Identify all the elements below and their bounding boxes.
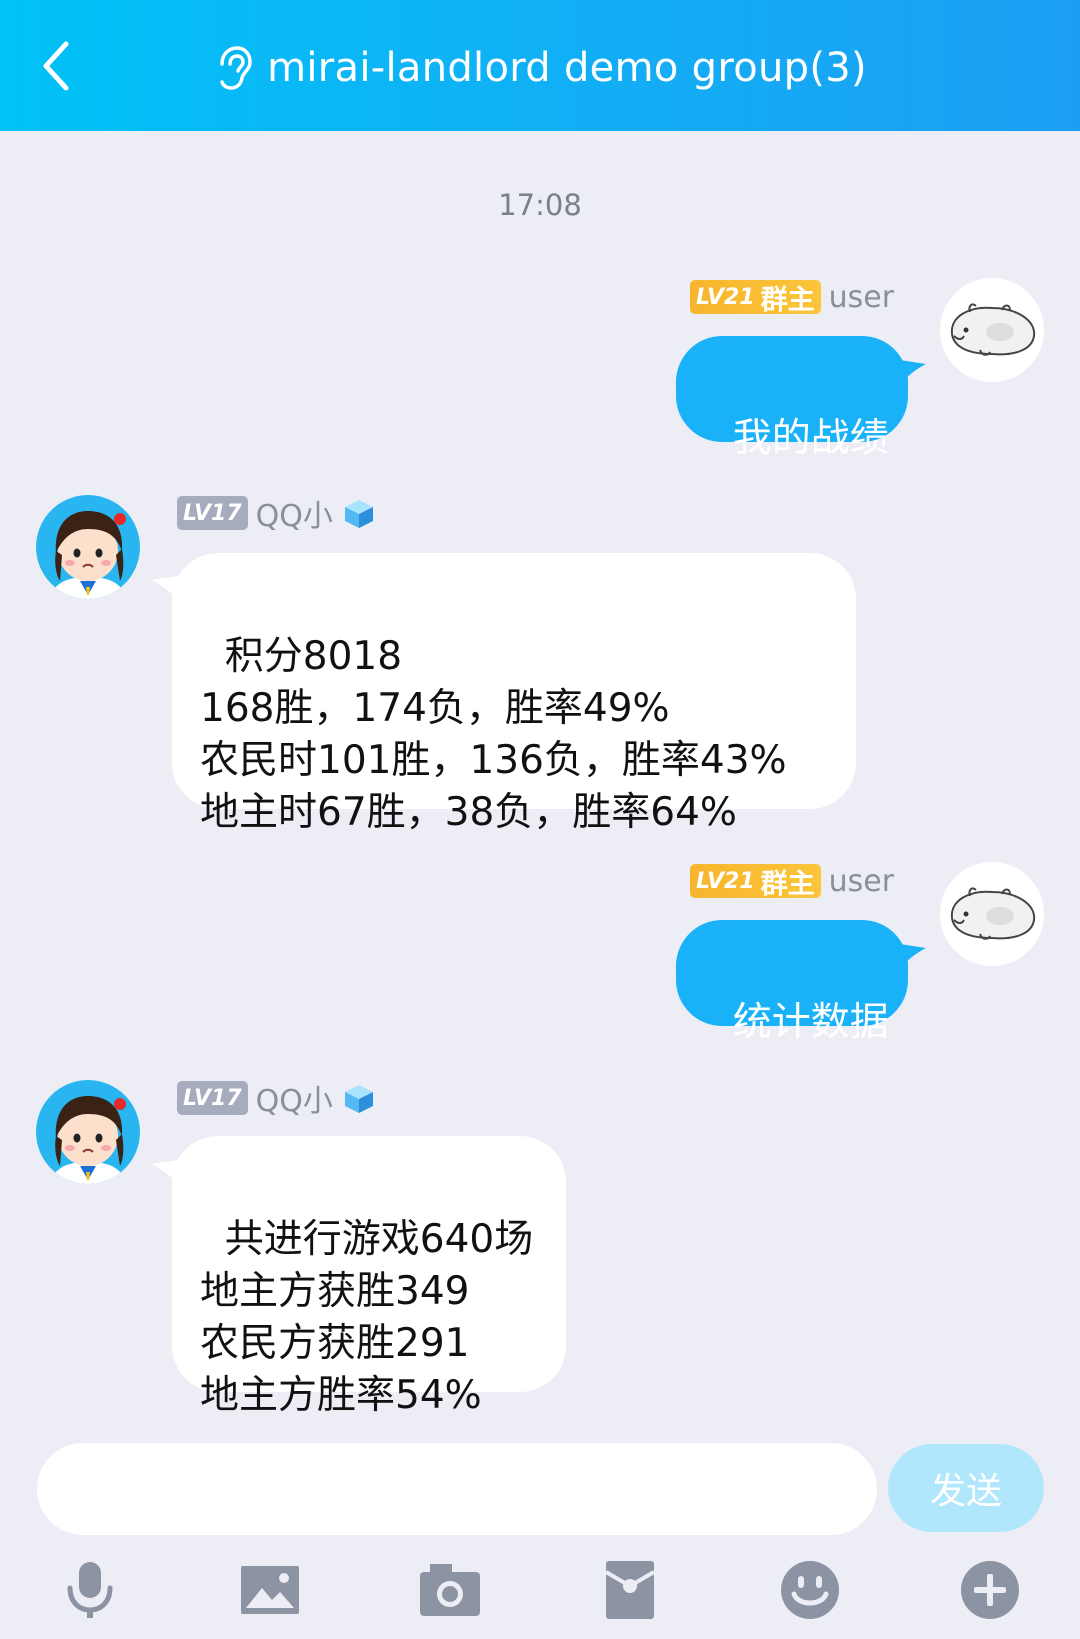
sender-line: LV17 QQ小 (177, 1079, 377, 1119)
role-text: 群主 (760, 868, 815, 900)
bubble-tail (152, 576, 178, 600)
emoji-icon[interactable] (778, 1558, 842, 1622)
message-text: 我的战绩 (732, 416, 889, 461)
girl-avatar-image (36, 1080, 140, 1184)
camera-icon[interactable] (418, 1558, 482, 1622)
avatar[interactable] (940, 862, 1044, 966)
plus-icon[interactable] (958, 1558, 1022, 1622)
hamster-avatar-image (940, 278, 1044, 382)
image-icon[interactable] (238, 1558, 302, 1622)
sender-name: user (828, 279, 895, 315)
level-badge: LV21 群主 (690, 864, 821, 900)
bubble-tail (152, 1160, 178, 1184)
message-text: 统计数据 (732, 1000, 889, 1045)
ice-cube-icon (344, 1085, 373, 1113)
red-packet-icon[interactable] (598, 1558, 662, 1622)
sender-name: QQ小 (255, 499, 333, 534)
level-text: LV17 (183, 1085, 242, 1111)
message-text: 共进行游戏640场 地主方获胜349 农民方获胜291 地主方胜率54% (200, 1217, 534, 1418)
avatar[interactable] (36, 1080, 140, 1184)
level-badge: LV17 (177, 1081, 248, 1115)
sender-name: user (828, 863, 895, 899)
sender-line: LV21 群主 user (690, 862, 894, 900)
ice-cube-icon (344, 500, 373, 528)
sender-name: QQ小 (255, 1084, 333, 1119)
message-bubble[interactable]: 统计数据 (676, 920, 908, 1045)
group-title: mirai-landlord demo group(3) (267, 45, 867, 91)
role-text: 群主 (760, 284, 815, 316)
girl-avatar-image (36, 495, 140, 599)
level-badge: LV21 群主 (690, 280, 821, 316)
hamster-avatar-image (940, 862, 1044, 966)
avatar[interactable] (940, 278, 1044, 382)
level-text: LV17 (183, 500, 242, 526)
message-input[interactable] (37, 1443, 877, 1535)
avatar[interactable] (36, 495, 140, 599)
message-text: 积分8018 168胜，174负，胜率49% 农民时101胜，136负，胜率43… (200, 634, 787, 835)
bubble-tail (900, 944, 926, 968)
send-button[interactable]: 发送 (888, 1444, 1044, 1532)
level-text: LV21 (696, 868, 755, 894)
level-text: LV21 (696, 284, 755, 310)
level-badge: LV17 (177, 496, 248, 530)
ear-icon (220, 46, 252, 90)
header-title-group[interactable]: mirai-landlord demo group(3) (0, 38, 1080, 98)
message-bubble[interactable]: 我的战绩 (676, 336, 908, 461)
sender-line: LV17 QQ小 (177, 494, 377, 534)
sender-line: LV21 群主 user (690, 278, 894, 316)
microphone-icon[interactable] (58, 1558, 122, 1622)
chat-header: mirai-landlord demo group(3) (0, 0, 1080, 131)
message-bubble[interactable]: 共进行游戏640场 地主方获胜349 农民方获胜291 地主方胜率54% (172, 1136, 566, 1418)
message-timestamp: 17:08 (498, 188, 582, 222)
message-bubble[interactable]: 积分8018 168胜，174负，胜率49% 农民时101胜，136负，胜率43… (172, 553, 856, 835)
send-label: 发送 (929, 1471, 1002, 1512)
bubble-tail (900, 360, 926, 384)
